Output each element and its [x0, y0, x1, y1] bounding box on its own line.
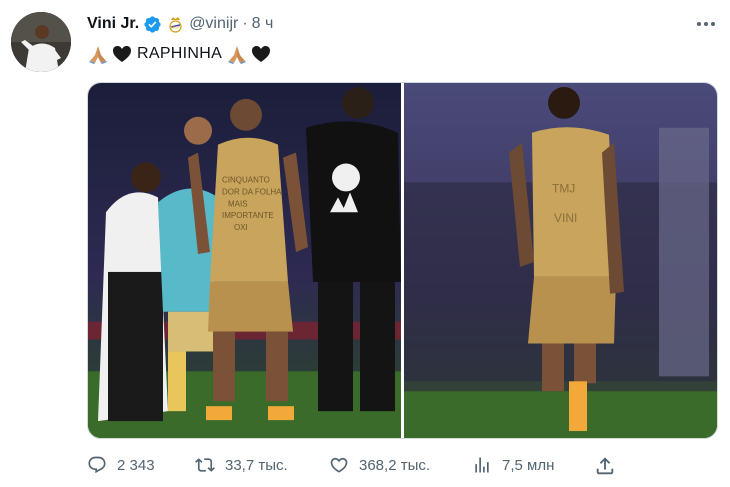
views-chart-icon	[475, 457, 489, 473]
repost-button[interactable]: 33,7 тыс.	[195, 452, 288, 478]
repost-icon	[195, 458, 215, 472]
verified-badge-icon	[144, 15, 161, 33]
svg-text:TMJ: TMJ	[552, 181, 575, 195]
svg-text:CINQUANTO: CINQUANTO	[222, 175, 270, 184]
svg-text:OXI: OXI	[234, 223, 248, 232]
post-text-content: RAPHINHA	[137, 45, 223, 62]
more-icon[interactable]	[694, 14, 718, 34]
media-photo-left[interactable]: CINQUANTO DOR DA FOLHA MAIS IMPORTANTE O…	[88, 83, 401, 438]
reply-icon	[88, 456, 106, 474]
post-timestamp[interactable]: 8 ч	[252, 15, 274, 33]
like-button[interactable]: 368,2 тыс.	[329, 452, 430, 478]
reply-button[interactable]: 2 343	[87, 452, 155, 478]
like-count: 368,2 тыс.	[359, 456, 431, 474]
post-header: Vini Jr. MCF @vinijr · 8 ч	[87, 13, 273, 35]
svg-text:MAIS: MAIS	[228, 199, 248, 208]
svg-text:MCF: MCF	[171, 24, 180, 29]
post-media[interactable]: CINQUANTO DOR DA FOLHA MAIS IMPORTANTE O…	[87, 82, 718, 439]
views-count: 7,5 млн	[502, 456, 555, 474]
black-heart-emoji-icon	[113, 46, 131, 62]
folded-hands-emoji-icon	[228, 46, 247, 64]
author-avatar[interactable]	[11, 12, 71, 72]
svg-text:IMPORTANTE: IMPORTANTE	[222, 211, 274, 220]
separator-dot: ·	[242, 15, 248, 32]
share-icon[interactable]	[594, 455, 616, 477]
heart-icon	[330, 457, 348, 473]
avatar-image	[11, 12, 71, 72]
svg-text:VINI: VINI	[554, 211, 577, 225]
post-text: RAPHINHA	[87, 42, 272, 66]
author-handle[interactable]: @vinijr	[189, 15, 238, 33]
views-button[interactable]: 7,5 млн	[472, 452, 554, 478]
real-madrid-crest-icon: MCF	[169, 16, 182, 33]
repost-count: 33,7 тыс.	[225, 456, 288, 474]
folded-hands-emoji-icon	[89, 46, 107, 64]
author-name[interactable]: Vini Jr.	[87, 15, 139, 33]
media-photo-right[interactable]: TMJ VINI	[404, 83, 718, 438]
post-actions: 2 343 33,7 тыс. 368,2 тыс. 7,5 млн	[87, 452, 627, 478]
reply-count: 2 343	[117, 456, 155, 474]
svg-text:DOR DA FOLHA: DOR DA FOLHA	[222, 187, 282, 196]
black-heart-emoji-icon	[252, 46, 271, 62]
